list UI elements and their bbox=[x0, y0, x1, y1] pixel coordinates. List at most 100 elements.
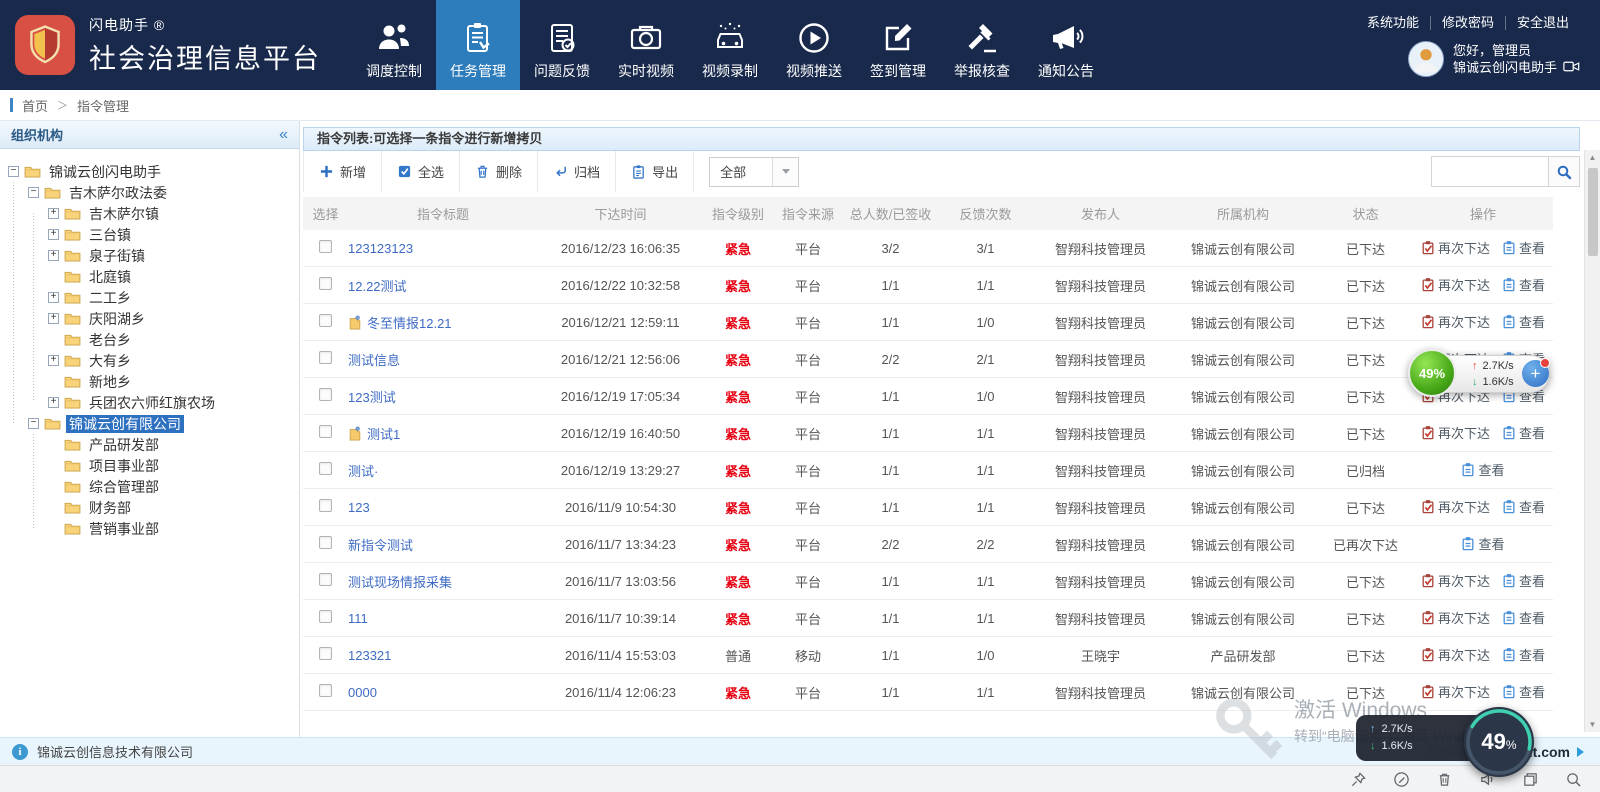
tree-node[interactable]: 综合管理部 bbox=[0, 476, 299, 497]
search-input[interactable] bbox=[1431, 156, 1549, 187]
resend-button[interactable]: 再次下达 bbox=[1421, 608, 1490, 627]
row-checkbox[interactable] bbox=[319, 573, 332, 586]
command-title-link[interactable]: 0000 bbox=[348, 685, 377, 700]
tree-node[interactable]: 财务部 bbox=[0, 497, 299, 518]
command-title-link[interactable]: 新指令测试 bbox=[348, 535, 413, 554]
scroll-up-icon[interactable]: ▲ bbox=[1589, 150, 1597, 165]
resend-button[interactable]: 再次下达 bbox=[1421, 238, 1490, 257]
command-title-link[interactable]: 12.22测试 bbox=[348, 276, 407, 295]
row-checkbox[interactable] bbox=[319, 499, 332, 512]
view-button[interactable]: 查看 bbox=[1461, 534, 1504, 553]
tree-node[interactable]: +泉子街镇 bbox=[0, 245, 299, 266]
annotate-icon[interactable] bbox=[1393, 771, 1410, 788]
resend-button[interactable]: 再次下达 bbox=[1421, 497, 1490, 516]
view-button[interactable]: 查看 bbox=[1502, 608, 1545, 627]
row-checkbox[interactable] bbox=[319, 351, 332, 364]
trash2-icon[interactable] bbox=[1436, 771, 1453, 788]
expand-node-icon[interactable]: + bbox=[48, 355, 59, 366]
row-checkbox[interactable] bbox=[319, 425, 332, 438]
归档-button[interactable]: 归档 bbox=[538, 151, 616, 192]
breadcrumb-home[interactable]: 首页 bbox=[22, 96, 48, 115]
view-button[interactable]: 查看 bbox=[1502, 312, 1545, 331]
resend-button[interactable]: 再次下达 bbox=[1421, 571, 1490, 590]
tree-node[interactable]: 产品研发部 bbox=[0, 434, 299, 455]
resend-button[interactable]: 再次下达 bbox=[1421, 423, 1490, 442]
tree-node[interactable]: +吉木萨尔镇 bbox=[0, 203, 299, 224]
video-camera-icon[interactable] bbox=[1563, 59, 1580, 76]
scroll-down-icon[interactable]: ▼ bbox=[1589, 717, 1597, 732]
tree-node[interactable]: 老台乡 bbox=[0, 329, 299, 350]
command-title-link[interactable]: 123321 bbox=[348, 648, 391, 663]
search-button[interactable] bbox=[1549, 156, 1580, 187]
command-title-link[interactable]: 111 bbox=[348, 611, 368, 626]
row-checkbox[interactable] bbox=[319, 314, 332, 327]
新增-button[interactable]: 新增 bbox=[303, 151, 382, 192]
全选-button[interactable]: 全选 bbox=[382, 151, 460, 192]
resend-button[interactable]: 再次下达 bbox=[1421, 645, 1490, 664]
row-checkbox[interactable] bbox=[319, 388, 332, 401]
footer-arrow-icon[interactable] bbox=[1577, 747, 1584, 757]
row-checkbox[interactable] bbox=[319, 610, 332, 623]
expand-node-icon[interactable]: + bbox=[48, 397, 59, 408]
top-link-安全退出[interactable]: 安全退出 bbox=[1505, 16, 1580, 30]
resend-button[interactable]: 再次下达 bbox=[1421, 275, 1490, 294]
tree-node[interactable]: 北庭镇 bbox=[0, 266, 299, 287]
command-title-link[interactable]: 123测试 bbox=[348, 387, 396, 406]
nav-item-通知公告[interactable]: 通知公告 bbox=[1024, 0, 1108, 90]
command-title-link[interactable]: 测试现场情报采集 bbox=[348, 572, 452, 591]
command-title-link[interactable]: 123 bbox=[348, 500, 370, 515]
scrollbar-thumb[interactable] bbox=[1588, 168, 1598, 256]
chevron-down-icon[interactable] bbox=[772, 158, 798, 186]
top-link-系统功能[interactable]: 系统功能 bbox=[1356, 16, 1430, 30]
view-button[interactable]: 查看 bbox=[1461, 460, 1504, 479]
collapse-sidebar-button[interactable]: « bbox=[279, 126, 288, 144]
add-button[interactable]: + bbox=[1522, 360, 1549, 387]
corner-percent-ball[interactable]: 49 % bbox=[1464, 707, 1534, 777]
table-scrollbar[interactable]: ▲ ▼ bbox=[1584, 150, 1600, 732]
nav-item-任务管理[interactable]: 任务管理 bbox=[436, 0, 520, 90]
network-speed-widget[interactable]: 49% ↑2.7K/s ↓1.6K/s + bbox=[1408, 349, 1554, 401]
command-title-link[interactable]: 冬至情报12.21 bbox=[367, 313, 452, 332]
command-title-link[interactable]: 测试信息 bbox=[348, 350, 400, 369]
collapse-node-icon[interactable]: − bbox=[28, 187, 39, 198]
view-button[interactable]: 查看 bbox=[1502, 497, 1545, 516]
nav-item-实时视频[interactable]: 实时视频 bbox=[604, 0, 688, 90]
tree-node[interactable]: −锦诚云创闪电助手 bbox=[0, 161, 299, 182]
tree-node[interactable]: 营销事业部 bbox=[0, 518, 299, 539]
command-title-link[interactable]: 123123123 bbox=[348, 241, 413, 256]
导出-button[interactable]: 导出 bbox=[616, 151, 694, 192]
nav-item-视频推送[interactable]: 视频推送 bbox=[772, 0, 856, 90]
expand-node-icon[interactable]: + bbox=[48, 250, 59, 261]
tree-node[interactable]: +庆阳湖乡 bbox=[0, 308, 299, 329]
view-button[interactable]: 查看 bbox=[1502, 423, 1545, 442]
nav-item-视频录制[interactable]: 视频录制 bbox=[688, 0, 772, 90]
command-title-link[interactable]: 测试1 bbox=[367, 424, 400, 443]
expand-node-icon[interactable]: + bbox=[48, 292, 59, 303]
tree-node[interactable]: +兵团农六师红旗农场 bbox=[0, 392, 299, 413]
resend-button[interactable]: 再次下达 bbox=[1421, 312, 1490, 331]
search2-icon[interactable] bbox=[1565, 771, 1582, 788]
tree-node[interactable]: +二工乡 bbox=[0, 287, 299, 308]
nav-item-调度控制[interactable]: 调度控制 bbox=[352, 0, 436, 90]
view-button[interactable]: 查看 bbox=[1502, 571, 1545, 590]
collapse-node-icon[interactable]: − bbox=[28, 418, 39, 429]
view-button[interactable]: 查看 bbox=[1502, 682, 1545, 701]
nav-item-举报核查[interactable]: 举报核查 bbox=[940, 0, 1024, 90]
command-title-link[interactable]: 测试· bbox=[348, 461, 378, 480]
nav-item-问题反馈[interactable]: 问题反馈 bbox=[520, 0, 604, 90]
expand-node-icon[interactable]: + bbox=[48, 208, 59, 219]
删除-button[interactable]: 删除 bbox=[460, 151, 538, 192]
tree-node[interactable]: −吉木萨尔政法委 bbox=[0, 182, 299, 203]
pin-icon[interactable] bbox=[1350, 771, 1367, 788]
row-checkbox[interactable] bbox=[319, 277, 332, 290]
row-checkbox[interactable] bbox=[319, 684, 332, 697]
expand-node-icon[interactable]: + bbox=[48, 229, 59, 240]
tree-node[interactable]: +三台镇 bbox=[0, 224, 299, 245]
row-checkbox[interactable] bbox=[319, 536, 332, 549]
nav-item-签到管理[interactable]: 签到管理 bbox=[856, 0, 940, 90]
user-box[interactable]: 您好，管理员 锦诚云创闪电助手 bbox=[1408, 41, 1580, 77]
resend-button[interactable]: 再次下达 bbox=[1421, 682, 1490, 701]
row-checkbox[interactable] bbox=[319, 240, 332, 253]
view-button[interactable]: 查看 bbox=[1502, 238, 1545, 257]
view-button[interactable]: 查看 bbox=[1502, 645, 1545, 664]
